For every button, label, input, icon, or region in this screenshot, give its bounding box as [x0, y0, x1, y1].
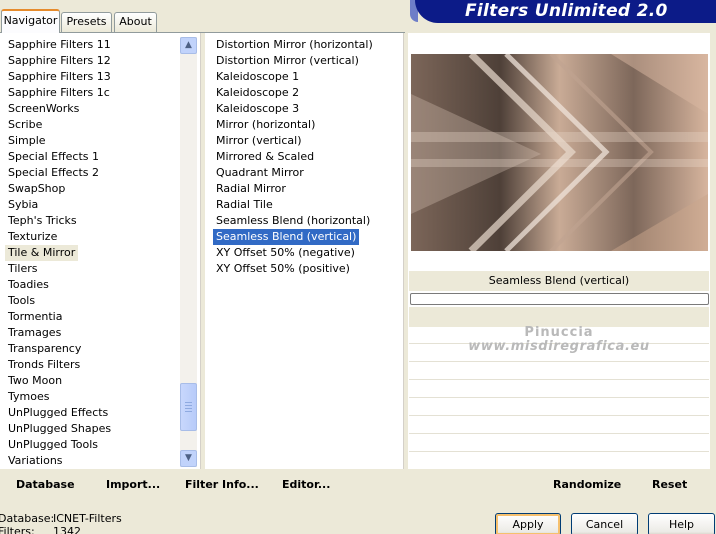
tab-strip-divider	[0, 32, 405, 33]
progress-bar	[410, 293, 709, 305]
category-item-selected[interactable]: Tile & Mirror	[5, 245, 79, 261]
filter-item[interactable]: Mirrored & Scaled	[213, 149, 317, 165]
category-item[interactable]: Tormentia	[5, 309, 177, 325]
filter-item[interactable]: Distortion Mirror (vertical)	[213, 53, 362, 69]
category-item[interactable]: Texturize	[5, 229, 177, 245]
selected-filter-name: Seamless Blend (vertical)	[409, 271, 709, 291]
category-item[interactable]: Sapphire Filters 1c	[5, 85, 177, 101]
tab-presets[interactable]: Presets	[61, 12, 112, 32]
category-item[interactable]: UnPlugged Effects	[5, 405, 177, 421]
import-button[interactable]: Import...	[106, 478, 160, 494]
reset-button[interactable]: Reset	[652, 478, 687, 494]
preview-image	[411, 54, 708, 251]
category-item[interactable]: Toadies	[5, 277, 177, 293]
category-item[interactable]: Simple	[5, 133, 177, 149]
help-button[interactable]: Help	[648, 513, 715, 534]
watermark: Pinuccia www.misdiregrafica.eu	[409, 326, 709, 354]
category-item[interactable]: Scribe	[5, 117, 177, 133]
status-database-value: ICNET-Filters	[53, 512, 122, 525]
filter-item[interactable]: Radial Tile	[213, 197, 276, 213]
category-item[interactable]: Sapphire Filters 11	[5, 37, 177, 53]
randomize-button[interactable]: Randomize	[553, 478, 621, 494]
filter-item[interactable]: XY Offset 50% (positive)	[213, 261, 353, 277]
chevron-down-icon: ▼	[185, 453, 192, 463]
category-item[interactable]: Tronds Filters	[5, 357, 177, 373]
parameter-area	[409, 307, 709, 327]
app-title-banner: Filters Unlimited 2.0	[415, 0, 716, 23]
watermark-line2: www.misdiregrafica.eu	[468, 339, 650, 354]
scroll-down-button[interactable]: ▼	[180, 450, 197, 467]
filter-item-selected[interactable]: Seamless Blend (vertical)	[213, 229, 360, 245]
category-list: Sapphire Filters 11 Sapphire Filters 12 Sa…	[5, 37, 177, 469]
filter-info-button[interactable]: Filter Info...	[185, 478, 259, 494]
category-item[interactable]: Tymoes	[5, 389, 177, 405]
filter-item[interactable]: Kaleidoscope 1	[213, 69, 302, 85]
status-filters-label: Filters:	[0, 525, 35, 534]
filter-item[interactable]: Mirror (vertical)	[213, 133, 305, 149]
category-item[interactable]: Special Effects 2	[5, 165, 177, 181]
scroll-up-button[interactable]: ▲	[180, 37, 197, 54]
chevron-up-icon: ▲	[185, 40, 192, 50]
category-item[interactable]: UnPlugged Shapes	[5, 421, 177, 437]
category-item[interactable]: Special Effects 1	[5, 149, 177, 165]
category-item[interactable]: Teph's Tricks	[5, 213, 177, 229]
filter-item[interactable]: Quadrant Mirror	[213, 165, 307, 181]
category-item[interactable]: Tools	[5, 293, 177, 309]
filter-list: Distortion Mirror (horizontal) Distortion…	[213, 37, 403, 277]
apply-button[interactable]: Apply	[495, 513, 561, 534]
tab-about[interactable]: About	[114, 12, 157, 32]
category-item[interactable]: Variations	[5, 453, 177, 469]
editor-button[interactable]: Editor...	[282, 478, 330, 494]
filter-item[interactable]: Mirror (horizontal)	[213, 117, 318, 133]
filter-item[interactable]: Kaleidoscope 2	[213, 85, 302, 101]
tab-navigator[interactable]: Navigator	[1, 9, 60, 33]
watermark-line1: Pinuccia	[524, 325, 594, 340]
filter-item[interactable]: Distortion Mirror (horizontal)	[213, 37, 376, 53]
panel-separator	[200, 33, 204, 469]
category-item[interactable]: Sybia	[5, 197, 177, 213]
category-item[interactable]: SwapShop	[5, 181, 177, 197]
status-filters-value: 1342	[53, 525, 81, 534]
category-item[interactable]: Transparency	[5, 341, 177, 357]
category-item[interactable]: ScreenWorks	[5, 101, 177, 117]
category-item[interactable]: UnPlugged Tools	[5, 437, 177, 453]
category-item[interactable]: Sapphire Filters 13	[5, 69, 177, 85]
filter-item[interactable]: Kaleidoscope 3	[213, 101, 302, 117]
category-scrollbar[interactable]: ▲ ▼	[180, 37, 197, 467]
filter-item[interactable]: XY Offset 50% (negative)	[213, 245, 358, 261]
category-item[interactable]: Tramages	[5, 325, 177, 341]
filter-item[interactable]: Seamless Blend (horizontal)	[213, 213, 373, 229]
category-item[interactable]: Tilers	[5, 261, 177, 277]
category-item[interactable]: Sapphire Filters 12	[5, 53, 177, 69]
database-button[interactable]: Database	[16, 478, 75, 494]
status-database-label: Database:	[0, 512, 55, 525]
category-item[interactable]: Two Moon	[5, 373, 177, 389]
cancel-button[interactable]: Cancel	[571, 513, 638, 534]
panel-separator	[403, 33, 407, 469]
scroll-thumb[interactable]	[180, 383, 197, 431]
filter-item[interactable]: Radial Mirror	[213, 181, 289, 197]
